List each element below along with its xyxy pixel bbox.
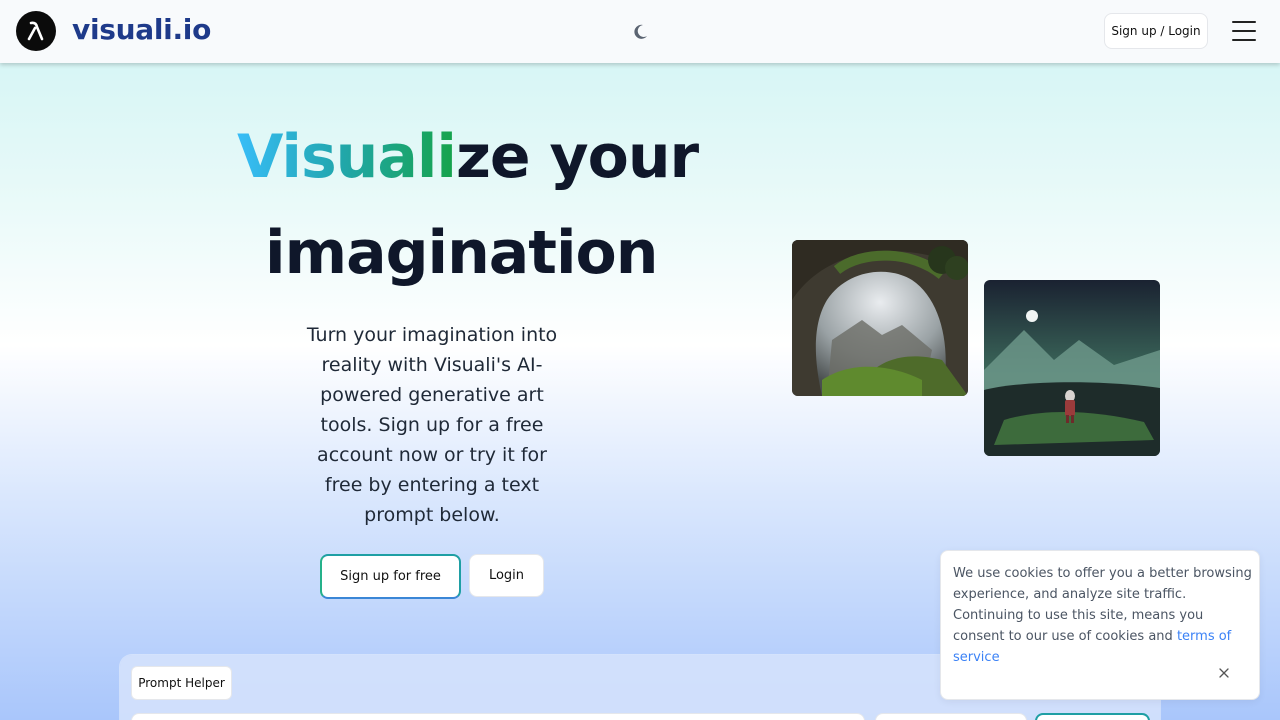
signup-free-button[interactable]: Sign up for free [320, 554, 461, 599]
login-button[interactable]: Login [469, 554, 544, 597]
hero-title-gradient: Visuali [237, 122, 457, 192]
lambda-logo-icon[interactable] [16, 11, 56, 51]
close-icon[interactable] [1217, 665, 1231, 679]
top-navbar: visuali.io Sign up / Login [0, 0, 1280, 63]
style-select[interactable] [875, 713, 1027, 720]
hero-title-line-1: Visualize your [237, 122, 699, 192]
hero-description: Turn your imagination into reality with … [306, 324, 558, 526]
hero-title-line-2: imagination [265, 218, 658, 288]
artwork-cave-arch-image [792, 240, 968, 396]
signup-login-button[interactable]: Sign up / Login [1104, 13, 1208, 49]
hamburger-menu-icon[interactable] [1230, 18, 1258, 44]
prompt-input[interactable] [131, 713, 865, 720]
hero-title-rest: ze your [456, 122, 699, 192]
prompt-helper-button[interactable]: Prompt Helper [131, 666, 232, 700]
generate-button[interactable] [1035, 713, 1150, 720]
cookie-banner: We use cookies to offer you a better bro… [940, 550, 1260, 700]
artwork-astronaut-mountain-image [984, 280, 1160, 456]
cookie-text: We use cookies to offer you a better bro… [953, 563, 1253, 668]
brand-name[interactable]: visuali.io [72, 13, 211, 46]
moon-icon[interactable] [630, 22, 650, 42]
